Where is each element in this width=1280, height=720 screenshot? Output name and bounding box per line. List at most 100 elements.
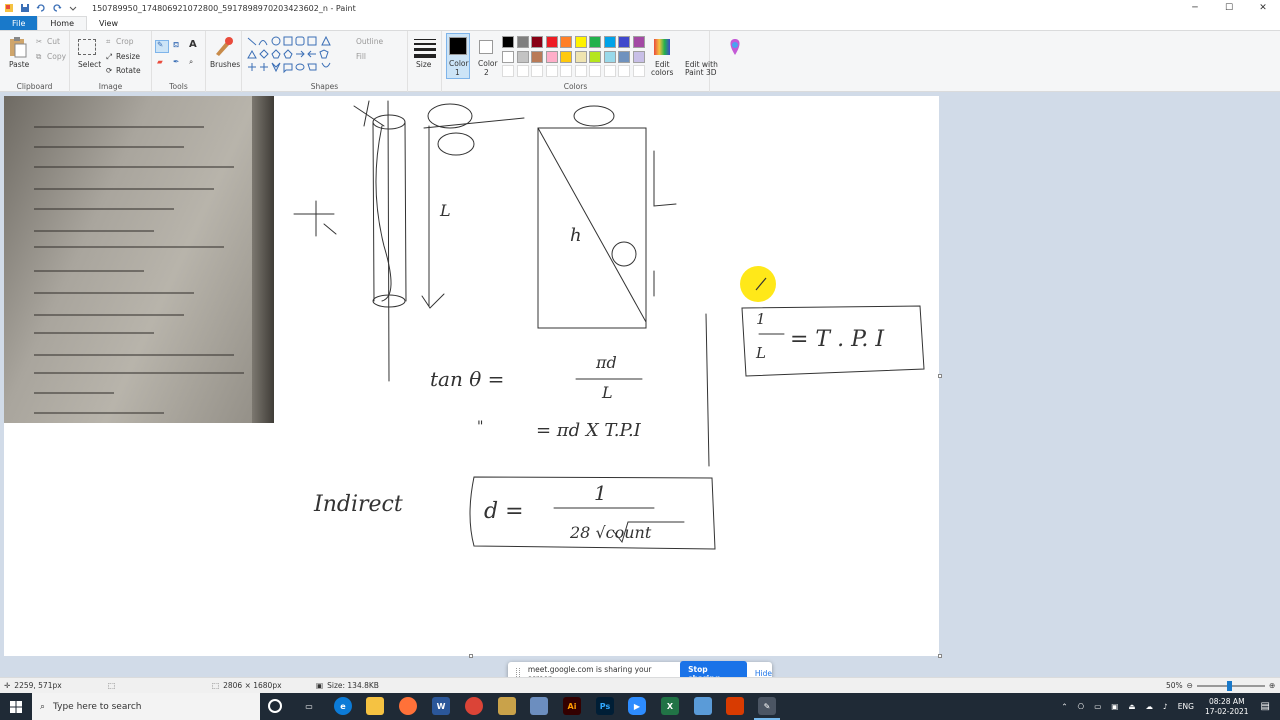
paint3d-icon[interactable] [726, 38, 744, 56]
palette-empty-swatch[interactable] [589, 65, 601, 77]
cloud-icon[interactable]: ☁ [1145, 702, 1153, 711]
usb-icon[interactable]: ⏏ [1128, 702, 1135, 711]
palette-empty-swatch[interactable] [574, 65, 587, 77]
paste-button[interactable]: Paste [9, 60, 29, 69]
word-icon[interactable]: W [432, 697, 450, 715]
palette-swatch[interactable] [531, 50, 543, 63]
network-share-icon[interactable]: ⎔ [1078, 702, 1085, 711]
palette-swatch[interactable] [531, 36, 543, 48]
office-icon[interactable] [726, 697, 744, 715]
palette-swatch[interactable] [618, 50, 630, 63]
minimize-button[interactable]: ─ [1178, 0, 1212, 16]
undo-icon[interactable] [36, 3, 46, 13]
canvas-resize-handle-bottom[interactable] [469, 654, 473, 658]
select-icon[interactable] [78, 39, 96, 55]
photos-icon[interactable] [694, 697, 712, 715]
palette-empty-swatch[interactable] [632, 65, 645, 77]
paste-icon[interactable] [8, 36, 28, 58]
meet-icon[interactable]: ▣ [1111, 702, 1118, 711]
color2-swatch[interactable] [479, 40, 493, 54]
palette-swatch[interactable] [502, 50, 514, 63]
photoshop-icon[interactable]: Ps [596, 697, 614, 715]
brushes-button[interactable]: Brushes [210, 60, 240, 69]
tab-view[interactable]: View [87, 16, 130, 30]
redo-icon[interactable] [52, 3, 62, 13]
fill-icon[interactable]: ⛾ [173, 40, 179, 50]
palette-swatch[interactable] [502, 36, 514, 48]
rotate-button[interactable]: Rotate [116, 66, 141, 75]
magnifier-icon[interactable]: ⌕ [189, 57, 193, 67]
size-icon[interactable] [414, 39, 436, 58]
zoom-out-button[interactable]: ⊖ [1187, 681, 1193, 690]
shapes-gallery-icon[interactable] [246, 36, 350, 76]
speaker-icon[interactable]: ♪ [1163, 702, 1168, 711]
start-button[interactable] [0, 693, 32, 720]
illustrator-icon[interactable]: Ai [563, 697, 581, 715]
eraser-icon[interactable]: ▰ [157, 57, 163, 66]
language-indicator[interactable]: ENG [1178, 702, 1194, 711]
palette-empty-swatch[interactable] [618, 65, 630, 77]
palette-swatch[interactable] [516, 50, 529, 63]
customize-chevron-icon[interactable] [68, 3, 78, 13]
color-picker-icon[interactable]: ✒ [173, 57, 179, 66]
cut-button[interactable]: Cut [47, 37, 60, 46]
save-icon[interactable] [20, 3, 30, 13]
palette-empty-swatch[interactable] [516, 65, 529, 77]
zoom-in-button[interactable]: ⊕ [1269, 681, 1275, 690]
edge-icon[interactable]: e [334, 697, 352, 715]
tab-home[interactable]: Home [37, 16, 88, 30]
chrome-icon[interactable] [465, 697, 483, 715]
canvas-resize-handle-right[interactable] [938, 374, 942, 378]
paint-taskbar-icon[interactable]: ✎ [758, 697, 776, 715]
fill-dropdown[interactable]: Fill [356, 52, 366, 61]
maximize-button[interactable]: ☐ [1212, 0, 1246, 16]
palette-empty-swatch[interactable] [545, 65, 558, 77]
tray-chevron-icon[interactable]: ⌃ [1061, 702, 1067, 711]
palette-empty-swatch[interactable] [502, 65, 514, 77]
pencil-icon[interactable]: ✎ [157, 40, 163, 49]
palette-swatch[interactable] [589, 50, 601, 63]
palette-swatch[interactable] [603, 36, 616, 48]
palette-empty-swatch[interactable] [603, 65, 616, 77]
palette-swatch[interactable] [545, 36, 558, 48]
task-view-icon[interactable]: ▭ [300, 697, 318, 715]
file-explorer-icon[interactable] [366, 697, 384, 715]
select-button[interactable]: Select [78, 60, 101, 69]
notification-icon[interactable]: ▤ [1261, 701, 1270, 712]
outline-dropdown[interactable]: Outline [356, 37, 383, 46]
close-button[interactable]: ✕ [1246, 0, 1280, 16]
palette-swatch[interactable] [560, 50, 572, 63]
palette-swatch[interactable] [574, 50, 587, 63]
palette-swatch[interactable] [516, 36, 529, 48]
cortana-icon[interactable] [268, 699, 282, 713]
palette-swatch[interactable] [618, 36, 630, 48]
crop-button[interactable]: Crop [116, 37, 134, 46]
palette-swatch[interactable] [589, 36, 601, 48]
firefox-icon[interactable] [399, 697, 417, 715]
color1-swatch[interactable] [449, 37, 467, 55]
taskbar-search-box[interactable]: ⌕ Type here to search [32, 693, 260, 720]
palette-swatch[interactable] [545, 50, 558, 63]
text-icon[interactable]: A [189, 39, 197, 50]
palette-swatch[interactable] [632, 50, 645, 63]
drawing-canvas[interactable]: L h tan θ = πd L " = πd X T.P.I 1 L = T … [4, 96, 939, 656]
palette-swatch[interactable] [603, 50, 616, 63]
palette-empty-swatch[interactable] [531, 65, 543, 77]
zoom-app-icon[interactable]: ▶ [628, 697, 646, 715]
palette-empty-swatch[interactable] [560, 65, 572, 77]
zoom-slider-thumb[interactable] [1226, 680, 1232, 691]
size-button[interactable]: Size [416, 60, 431, 69]
brushes-icon[interactable] [212, 36, 234, 58]
copy-button[interactable]: Copy [47, 52, 66, 61]
edit-colors-icon[interactable] [653, 38, 671, 56]
palette-swatch[interactable] [632, 36, 645, 48]
edit-colors-label-b[interactable]: colors [651, 68, 673, 77]
canvas-resize-handle-corner[interactable] [938, 654, 942, 658]
resize-button[interactable]: Resize [116, 52, 140, 61]
paint3d-label-b[interactable]: Paint 3D [685, 68, 717, 77]
excel-icon[interactable]: X [661, 697, 679, 715]
palette-swatch[interactable] [560, 36, 572, 48]
clock[interactable]: 08:28 AM 17-02-2021 [1205, 697, 1249, 717]
battery-icon[interactable]: ▭ [1094, 702, 1101, 711]
tab-file[interactable]: File [0, 16, 38, 30]
